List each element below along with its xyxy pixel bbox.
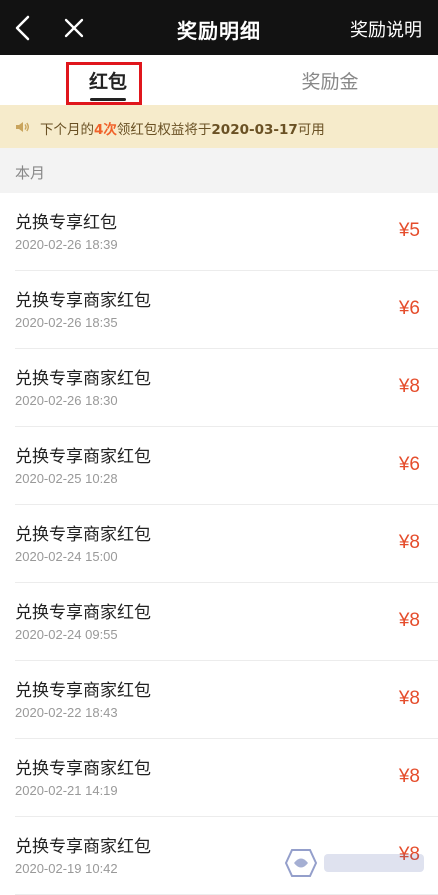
chevron-left-icon xyxy=(6,8,42,48)
tab-label: 奖励金 xyxy=(282,67,378,94)
item-time: 2020-02-24 15:00 xyxy=(15,549,118,564)
top-bar: 奖励明细 奖励说明 xyxy=(0,0,438,55)
tab-label: 红包 xyxy=(60,67,156,94)
item-name: 兑换专享商家红包 xyxy=(15,364,151,389)
item-name: 兑换专享商家红包 xyxy=(15,442,151,467)
item-name: 兑换专享红包 xyxy=(15,208,117,233)
item-amount: ¥8 xyxy=(399,688,420,710)
item-time: 2020-02-22 18:43 xyxy=(15,705,118,720)
item-time: 2020-02-26 18:35 xyxy=(15,315,118,330)
list-item[interactable]: 兑换专享商家红包 2020-02-26 18:35 ¥6 xyxy=(0,271,438,349)
list-item[interactable]: 兑换专享商家红包 2020-02-26 18:30 ¥8 xyxy=(0,349,438,427)
item-amount: ¥6 xyxy=(399,298,420,320)
close-icon xyxy=(56,8,92,48)
item-time: 2020-02-26 18:30 xyxy=(15,393,118,408)
notice-prefix: 下个月的 xyxy=(40,122,94,138)
notice-banner: 下个月的4次领红包权益将于2020-03-17可用 xyxy=(0,105,438,148)
list-item[interactable]: 兑换专享商家红包 2020-02-21 14:19 ¥8 xyxy=(0,739,438,817)
list-item[interactable]: 兑换专享商家红包 2020-02-25 10:28 ¥6 xyxy=(0,427,438,505)
item-time: 2020-02-25 10:28 xyxy=(15,471,118,486)
close-button[interactable] xyxy=(56,8,92,48)
item-time: 2020-02-21 14:19 xyxy=(15,783,118,798)
notice-count: 4次 xyxy=(94,122,117,138)
reward-explanation-link[interactable]: 奖励说明 xyxy=(350,16,422,42)
item-amount: ¥8 xyxy=(399,610,420,632)
active-tab-indicator xyxy=(90,98,126,101)
item-name: 兑换专享商家红包 xyxy=(15,676,151,701)
tab-reward-money[interactable]: 奖励金 xyxy=(282,55,378,105)
item-amount: ¥8 xyxy=(399,844,420,866)
section-header: 本月 xyxy=(0,148,438,193)
notice-date: 2020-03-17 xyxy=(211,122,297,138)
item-time: 2020-02-19 10:42 xyxy=(15,861,118,876)
item-amount: ¥5 xyxy=(399,220,420,242)
list-item[interactable]: 兑换专享商家红包 2020-02-19 10:42 ¥8 xyxy=(0,817,438,895)
list-item[interactable]: 兑换专享商家红包 2020-02-24 15:00 ¥8 xyxy=(0,505,438,583)
list-item[interactable]: 兑换专享红包 2020-02-26 18:39 ¥5 xyxy=(0,193,438,271)
item-amount: ¥8 xyxy=(399,766,420,788)
item-name: 兑换专享商家红包 xyxy=(15,754,151,779)
notice-middle: 领红包权益将于 xyxy=(117,122,212,138)
item-name: 兑换专享商家红包 xyxy=(15,286,151,311)
tab-bar: 红包 奖励金 xyxy=(0,55,438,105)
section-label: 本月 xyxy=(15,162,45,183)
item-name: 兑换专享商家红包 xyxy=(15,598,151,623)
notice-text: 下个月的4次领红包权益将于2020-03-17可用 xyxy=(40,118,325,138)
item-amount: ¥8 xyxy=(399,532,420,554)
back-button[interactable] xyxy=(6,8,42,48)
list-item[interactable]: 兑换专享商家红包 2020-02-22 18:43 ¥8 xyxy=(0,661,438,739)
speaker-icon xyxy=(13,118,31,136)
item-amount: ¥8 xyxy=(399,376,420,398)
item-amount: ¥6 xyxy=(399,454,420,476)
reward-list: 兑换专享红包 2020-02-26 18:39 ¥5 兑换专享商家红包 2020… xyxy=(0,193,438,895)
item-time: 2020-02-26 18:39 xyxy=(15,237,118,252)
item-name: 兑换专享商家红包 xyxy=(15,832,151,857)
item-time: 2020-02-24 09:55 xyxy=(15,627,118,642)
item-name: 兑换专享商家红包 xyxy=(15,520,151,545)
list-item[interactable]: 兑换专享商家红包 2020-02-24 09:55 ¥8 xyxy=(0,583,438,661)
notice-suffix: 可用 xyxy=(298,122,325,138)
